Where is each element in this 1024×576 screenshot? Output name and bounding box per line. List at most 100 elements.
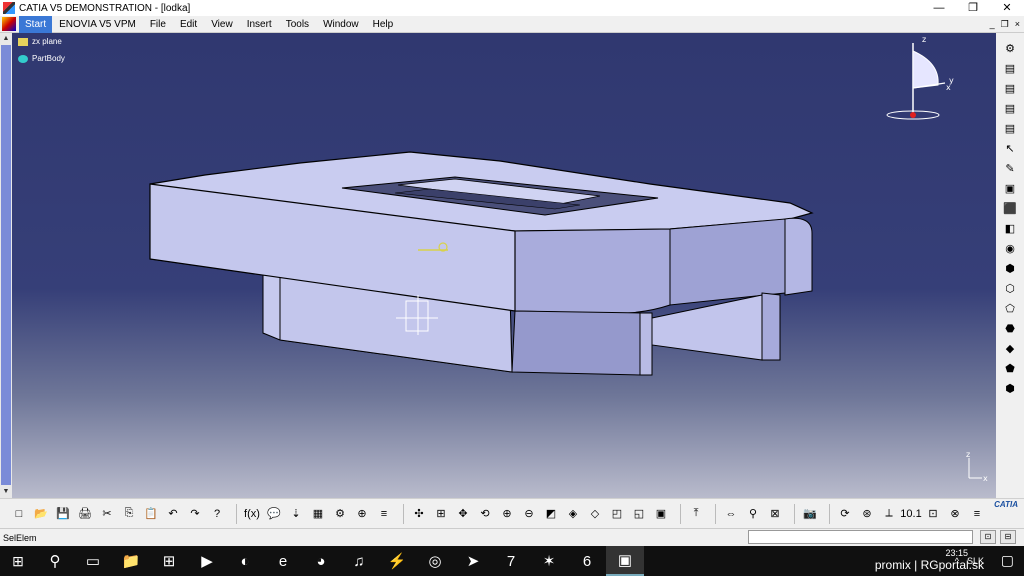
toolbar-button-icon[interactable]: 📷 bbox=[801, 505, 819, 523]
right-toolbar-button-icon[interactable]: ▣ bbox=[1001, 179, 1019, 197]
right-toolbar-button-icon[interactable]: ⬢ bbox=[1001, 259, 1019, 277]
toolbar-button-icon[interactable]: ⤒ bbox=[687, 505, 705, 523]
tree-scrollbar[interactable]: ▲ ▼ bbox=[0, 33, 12, 498]
menu-edit[interactable]: Edit bbox=[173, 16, 204, 33]
taskbar-app-icon[interactable]: ⚡ bbox=[378, 546, 416, 576]
right-toolbar-button-icon[interactable]: ✎ bbox=[1001, 159, 1019, 177]
toolbar-button-icon[interactable]: ⟂ bbox=[880, 505, 898, 523]
scroll-thumb[interactable] bbox=[1, 45, 11, 485]
menu-view[interactable]: View bbox=[204, 16, 240, 33]
scroll-up-icon[interactable]: ▲ bbox=[0, 33, 12, 45]
right-toolbar-button-icon[interactable]: ◧ bbox=[1001, 219, 1019, 237]
toolbar-button-icon[interactable]: 🖨 bbox=[76, 505, 94, 523]
toolbar-button-icon[interactable]: ⎘ bbox=[120, 505, 138, 523]
toolbar-button-icon[interactable]: ▦ bbox=[309, 505, 327, 523]
menu-insert[interactable]: Insert bbox=[240, 16, 279, 33]
right-toolbar-button-icon[interactable]: ◉ bbox=[1001, 239, 1019, 257]
toolbar-button-icon[interactable]: ✂ bbox=[98, 505, 116, 523]
toolbar-button-icon[interactable]: ✣ bbox=[410, 505, 428, 523]
toolbar-button-icon[interactable]: f(x) bbox=[243, 505, 261, 523]
toolbar-button-icon[interactable]: ? bbox=[208, 505, 226, 523]
toolbar-button-icon[interactable]: ⟲ bbox=[476, 505, 494, 523]
taskbar-app-icon[interactable]: ⚲ bbox=[36, 546, 74, 576]
menu-start[interactable]: Start bbox=[19, 15, 53, 33]
right-toolbar-button-icon[interactable]: ▤ bbox=[1001, 79, 1019, 97]
clock[interactable]: 23:15 bbox=[945, 548, 968, 558]
taskbar-app-icon[interactable]: 📁 bbox=[112, 546, 150, 576]
toolbar-button-icon[interactable]: 📂 bbox=[32, 505, 50, 523]
toolbar-button-icon[interactable]: 💾 bbox=[54, 505, 72, 523]
taskbar-app-icon[interactable]: ♫ bbox=[340, 546, 378, 576]
right-toolbar-button-icon[interactable]: ⬛ bbox=[1001, 199, 1019, 217]
taskbar-app-icon[interactable]: ▭ bbox=[74, 546, 112, 576]
toolbar-button-icon[interactable]: ⇔ bbox=[722, 505, 740, 523]
menu-enovia[interactable]: ENOVIA V5 VPM bbox=[52, 16, 143, 33]
toolbar-button-icon[interactable]: ◩ bbox=[542, 505, 560, 523]
toolbar-button-icon[interactable]: ⊞ bbox=[432, 505, 450, 523]
command-input[interactable] bbox=[748, 530, 973, 544]
taskbar-app-icon[interactable]: 6 bbox=[568, 546, 606, 576]
part-model[interactable]: z x y z x bbox=[0, 33, 996, 498]
taskbar-app-icon[interactable]: e bbox=[264, 546, 302, 576]
right-toolbar-button-icon[interactable]: ⚙ bbox=[1001, 39, 1019, 57]
menu-window[interactable]: Window bbox=[316, 16, 366, 33]
toolbar-button-icon[interactable]: ◱ bbox=[630, 505, 648, 523]
menu-tools[interactable]: Tools bbox=[279, 16, 316, 33]
status-button-2[interactable]: ⊟ bbox=[1000, 530, 1016, 544]
toolbar-button-icon[interactable]: ⊕ bbox=[353, 505, 371, 523]
doc-close-button[interactable]: × bbox=[1015, 16, 1020, 33]
taskbar-app-icon[interactable]: 7 bbox=[492, 546, 530, 576]
right-toolbar-button-icon[interactable]: ⬢ bbox=[1001, 379, 1019, 397]
right-toolbar-button-icon[interactable]: ↖ bbox=[1001, 139, 1019, 157]
toolbar-button-icon[interactable]: ≡ bbox=[968, 505, 986, 523]
taskbar-app-icon[interactable]: ▣ bbox=[606, 546, 644, 576]
taskbar-app-icon[interactable]: ◎ bbox=[416, 546, 454, 576]
right-toolbar-button-icon[interactable]: ⬡ bbox=[1001, 279, 1019, 297]
tree-item[interactable]: zx plane bbox=[18, 33, 65, 50]
toolbar-button-icon[interactable]: ⊖ bbox=[520, 505, 538, 523]
toolbar-button-icon[interactable]: 📋 bbox=[142, 505, 160, 523]
doc-minimize-button[interactable]: _ bbox=[990, 16, 995, 33]
close-button[interactable]: ✕ bbox=[990, 0, 1024, 16]
restore-button[interactable]: ❐ bbox=[956, 0, 990, 16]
toolbar-button-icon[interactable]: ◰ bbox=[608, 505, 626, 523]
catia-menu-icon[interactable] bbox=[2, 17, 16, 31]
tree-item[interactable]: PartBody bbox=[18, 50, 65, 67]
menu-help[interactable]: Help bbox=[366, 16, 401, 33]
toolbar-button-icon[interactable]: ⊗ bbox=[946, 505, 964, 523]
taskbar-app-icon[interactable]: ▶ bbox=[188, 546, 226, 576]
windows-start-icon[interactable]: ⊞ bbox=[0, 553, 36, 570]
toolbar-button-icon[interactable]: ▣ bbox=[652, 505, 670, 523]
scroll-down-icon[interactable]: ▼ bbox=[0, 486, 12, 498]
minimize-button[interactable]: — bbox=[922, 0, 956, 16]
toolbar-button-icon[interactable]: 10.1 bbox=[900, 505, 921, 523]
taskbar-app-icon[interactable]: ➤ bbox=[454, 546, 492, 576]
right-toolbar-button-icon[interactable]: ▤ bbox=[1001, 59, 1019, 77]
3d-viewport[interactable]: z x y z x bbox=[0, 33, 996, 498]
toolbar-button-icon[interactable]: ⚙ bbox=[331, 505, 349, 523]
taskbar-app-icon[interactable]: ⊞ bbox=[150, 546, 188, 576]
toolbar-button-icon[interactable]: ✥ bbox=[454, 505, 472, 523]
right-toolbar-button-icon[interactable]: ▤ bbox=[1001, 119, 1019, 137]
taskbar-app-icon[interactable]: ◕ bbox=[302, 546, 340, 576]
notification-icon[interactable]: ▢ bbox=[1001, 552, 1014, 569]
right-toolbar-button-icon[interactable]: ▤ bbox=[1001, 99, 1019, 117]
toolbar-button-icon[interactable]: ⊡ bbox=[924, 505, 942, 523]
toolbar-button-icon[interactable]: ≡ bbox=[375, 505, 393, 523]
taskbar-app-icon[interactable]: ✶ bbox=[530, 546, 568, 576]
toolbar-button-icon[interactable]: ⊕ bbox=[498, 505, 516, 523]
right-toolbar-button-icon[interactable]: ⬣ bbox=[1001, 319, 1019, 337]
toolbar-button-icon[interactable]: ⟳ bbox=[836, 505, 854, 523]
right-toolbar-button-icon[interactable]: ◆ bbox=[1001, 339, 1019, 357]
toolbar-button-icon[interactable]: ◈ bbox=[564, 505, 582, 523]
toolbar-button-icon[interactable]: ⚲ bbox=[744, 505, 762, 523]
toolbar-button-icon[interactable]: ⊛ bbox=[858, 505, 876, 523]
toolbar-button-icon[interactable]: ↷ bbox=[186, 505, 204, 523]
taskbar-app-icon[interactable]: ◐ bbox=[226, 546, 264, 576]
toolbar-button-icon[interactable]: □ bbox=[10, 505, 28, 523]
status-button-1[interactable]: ⊡ bbox=[980, 530, 996, 544]
right-toolbar-button-icon[interactable]: ⬠ bbox=[1001, 299, 1019, 317]
doc-restore-button[interactable]: ❐ bbox=[1001, 16, 1009, 33]
toolbar-button-icon[interactable]: 💬 bbox=[265, 505, 283, 523]
toolbar-button-icon[interactable]: ↶ bbox=[164, 505, 182, 523]
